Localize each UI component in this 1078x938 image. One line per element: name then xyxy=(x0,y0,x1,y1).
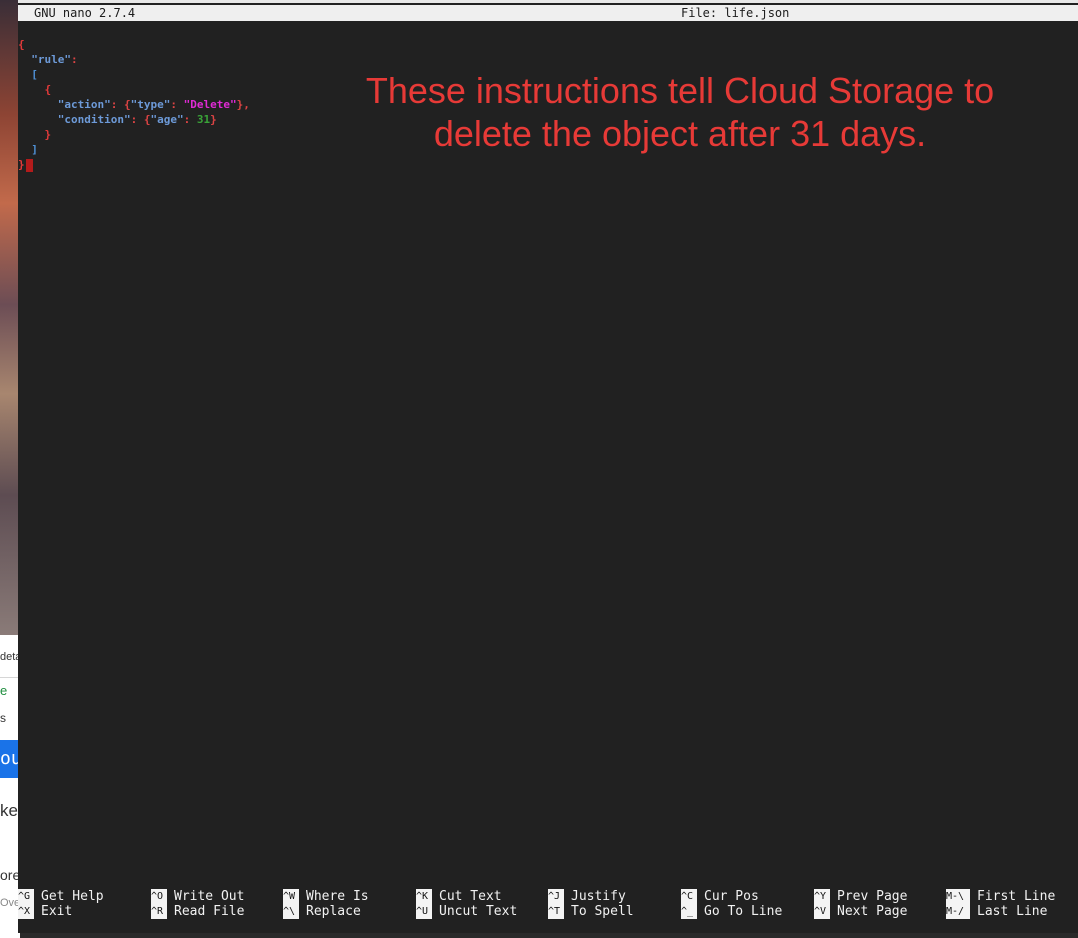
json-brace: } xyxy=(44,128,52,141)
json-key: "age" xyxy=(150,113,184,126)
shortcut-replace[interactable]: ^\ Replace xyxy=(283,904,361,919)
text-cursor xyxy=(25,158,33,172)
shortcut-justify[interactable]: ^J Justify xyxy=(548,889,626,904)
json-brace: } xyxy=(18,158,25,171)
json-punctuation: : { xyxy=(110,98,131,111)
json-punctuation: : { xyxy=(130,113,151,126)
shortcut-label: Write Out xyxy=(174,889,245,904)
shortcut-to-spell[interactable]: ^T To Spell xyxy=(548,904,634,919)
shortcut-label: Uncut Text xyxy=(439,904,518,919)
code-line: } xyxy=(18,157,33,172)
json-key: "condition" xyxy=(57,113,131,126)
shortcut-label: Next Page xyxy=(837,904,908,919)
shortcut-last-line[interactable]: M-/ Last Line xyxy=(946,904,1047,919)
code-line: { xyxy=(18,37,25,52)
json-punctuation: }, xyxy=(236,98,250,111)
code-line: "condition": {"age": 31} xyxy=(18,112,217,127)
bg-text-fragment: ouc xyxy=(0,748,20,769)
shortcut-key: ^Y xyxy=(814,889,830,904)
shortcut-write-out[interactable]: ^O Write Out xyxy=(151,889,244,904)
shortcut-key: ^C xyxy=(681,889,697,904)
app-version: GNU nano 2.7.4 xyxy=(34,6,136,20)
divider xyxy=(0,677,20,678)
background-browser-window: deta e s ouc ke ore Ove xyxy=(0,635,20,938)
shortcut-key: M-\ xyxy=(946,889,970,904)
shortcut-key: ^G xyxy=(18,889,34,904)
shortcut-key: ^R xyxy=(151,904,167,919)
shortcut-key: ^_ xyxy=(681,904,697,919)
json-key: "type" xyxy=(130,98,171,111)
shortcut-key: ^V xyxy=(814,904,830,919)
shortcut-label: Exit xyxy=(41,904,73,919)
terminal-window[interactable]: GNU nano 2.7.4 File: life.json { "rule":… xyxy=(18,3,1078,933)
json-brace: { xyxy=(44,83,52,96)
shortcut-label: Prev Page xyxy=(837,889,908,904)
shortcut-label: Last Line xyxy=(977,904,1048,919)
shortcut-key: ^O xyxy=(151,889,167,904)
annotation-line: delete the object after 31 days. xyxy=(433,113,927,154)
shortcut-uncut-text[interactable]: ^U Uncut Text xyxy=(416,904,517,919)
json-bracket: ] xyxy=(31,143,38,156)
json-bracket: [ xyxy=(31,68,38,81)
shortcut-label: First Line xyxy=(977,889,1056,904)
code-line: "rule": xyxy=(18,52,78,67)
shortcut-label: Go To Line xyxy=(704,904,783,919)
shortcut-next-page[interactable]: ^V Next Page xyxy=(814,904,907,919)
code-line: } xyxy=(18,127,52,142)
shortcut-key: ^X xyxy=(18,904,34,919)
json-colon: : xyxy=(183,113,197,126)
bg-text-fragment: e xyxy=(0,683,8,698)
shortcut-where-is[interactable]: ^W Where Is xyxy=(283,889,369,904)
bg-text-fragment: ke xyxy=(0,801,18,820)
shortcut-key: ^W xyxy=(283,889,299,904)
shortcut-exit[interactable]: ^X Exit xyxy=(18,904,72,919)
shortcut-key: ^K xyxy=(416,889,432,904)
shortcut-key: ^J xyxy=(548,889,564,904)
shortcut-first-line[interactable]: M-\ First Line xyxy=(946,889,1055,904)
shortcut-label: Cut Text xyxy=(439,889,502,904)
shortcut-get-help[interactable]: ^G Get Help xyxy=(18,889,104,904)
json-number-value: 31 xyxy=(196,113,211,126)
shortcut-key: ^T xyxy=(548,904,564,919)
json-key: "action" xyxy=(57,98,111,111)
code-line: ] xyxy=(18,142,38,157)
shortcut-label: Read File xyxy=(174,904,245,919)
shortcut-key: ^\ xyxy=(283,904,299,919)
file-name: File: life.json xyxy=(681,6,790,20)
json-brace: { xyxy=(18,38,25,51)
shortcut-label: Where Is xyxy=(306,889,369,904)
json-string-value: "Delete" xyxy=(183,98,237,111)
shortcut-cut-text[interactable]: ^K Cut Text xyxy=(416,889,502,904)
shortcut-prev-page[interactable]: ^Y Prev Page xyxy=(814,889,907,904)
shortcut-label: To Spell xyxy=(571,904,634,919)
shortcut-label: Justify xyxy=(571,889,626,904)
shortcut-label: Replace xyxy=(306,904,361,919)
shortcut-cur-pos[interactable]: ^C Cur Pos xyxy=(681,889,759,904)
shortcut-go-to-line[interactable]: ^_ Go To Line xyxy=(681,904,782,919)
json-key: "rule" xyxy=(31,53,71,66)
shortcut-label: Cur Pos xyxy=(704,889,759,904)
shortcut-read-file[interactable]: ^R Read File xyxy=(151,904,244,919)
bg-text-fragment: s xyxy=(0,711,6,725)
shortcut-label: Get Help xyxy=(41,889,104,904)
bg-text-fragment: ore xyxy=(0,867,20,883)
shortcut-key: M-/ xyxy=(946,904,970,919)
bg-text-fragment: Ove xyxy=(0,897,20,909)
shortcut-bar: ^G Get Help ^X Exit ^O Write Out ^R Read Fil… xyxy=(18,889,1078,921)
annotation-line: These instructions tell Cloud Storage to xyxy=(365,70,995,111)
bg-text-fragment: deta xyxy=(0,651,20,663)
annotation-callout: These instructions tell Cloud Storage to… xyxy=(338,69,1022,155)
shortcut-key: ^U xyxy=(416,904,432,919)
json-colon: : xyxy=(170,98,184,111)
bg-blue-header: ouc xyxy=(0,740,20,778)
code-line: { xyxy=(18,82,52,97)
json-colon: : xyxy=(71,53,78,66)
nano-title-bar: GNU nano 2.7.4 File: life.json xyxy=(18,5,1078,21)
code-line: [ xyxy=(18,67,38,82)
code-line: "action": {"type": "Delete"}, xyxy=(18,97,250,112)
wallpaper-strip xyxy=(0,0,20,635)
json-punctuation: } xyxy=(210,113,217,126)
